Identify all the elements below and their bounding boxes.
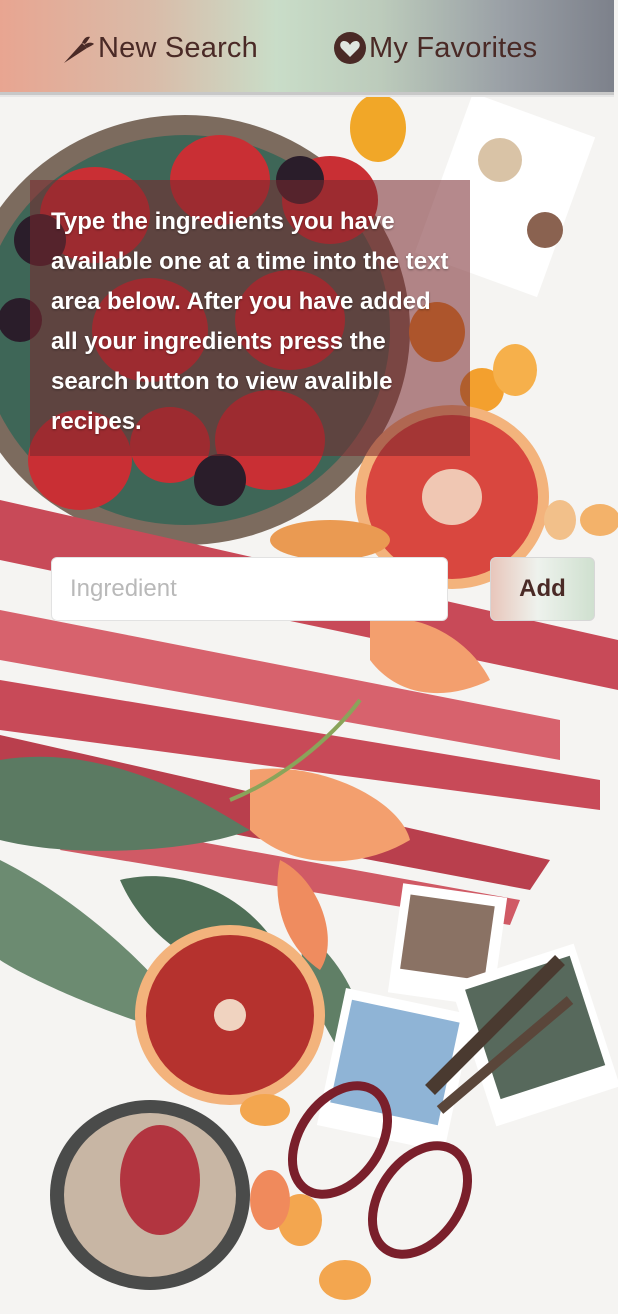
- instructions-text: Type the ingredients you have available …: [51, 208, 449, 435]
- new-search-link[interactable]: New Search: [60, 28, 258, 68]
- instructions-panel: Type the ingredients you have available …: [30, 180, 470, 456]
- new-search-label: New Search: [98, 31, 258, 64]
- carrot-icon: [60, 30, 96, 66]
- heart-circle-icon: [333, 31, 367, 65]
- my-favorites-label: My Favorites: [369, 31, 538, 64]
- top-navbar: New Search My Favorites: [0, 0, 614, 95]
- my-favorites-link[interactable]: My Favorites: [333, 28, 537, 68]
- add-button[interactable]: Add: [490, 557, 595, 621]
- ingredient-input[interactable]: [51, 557, 448, 621]
